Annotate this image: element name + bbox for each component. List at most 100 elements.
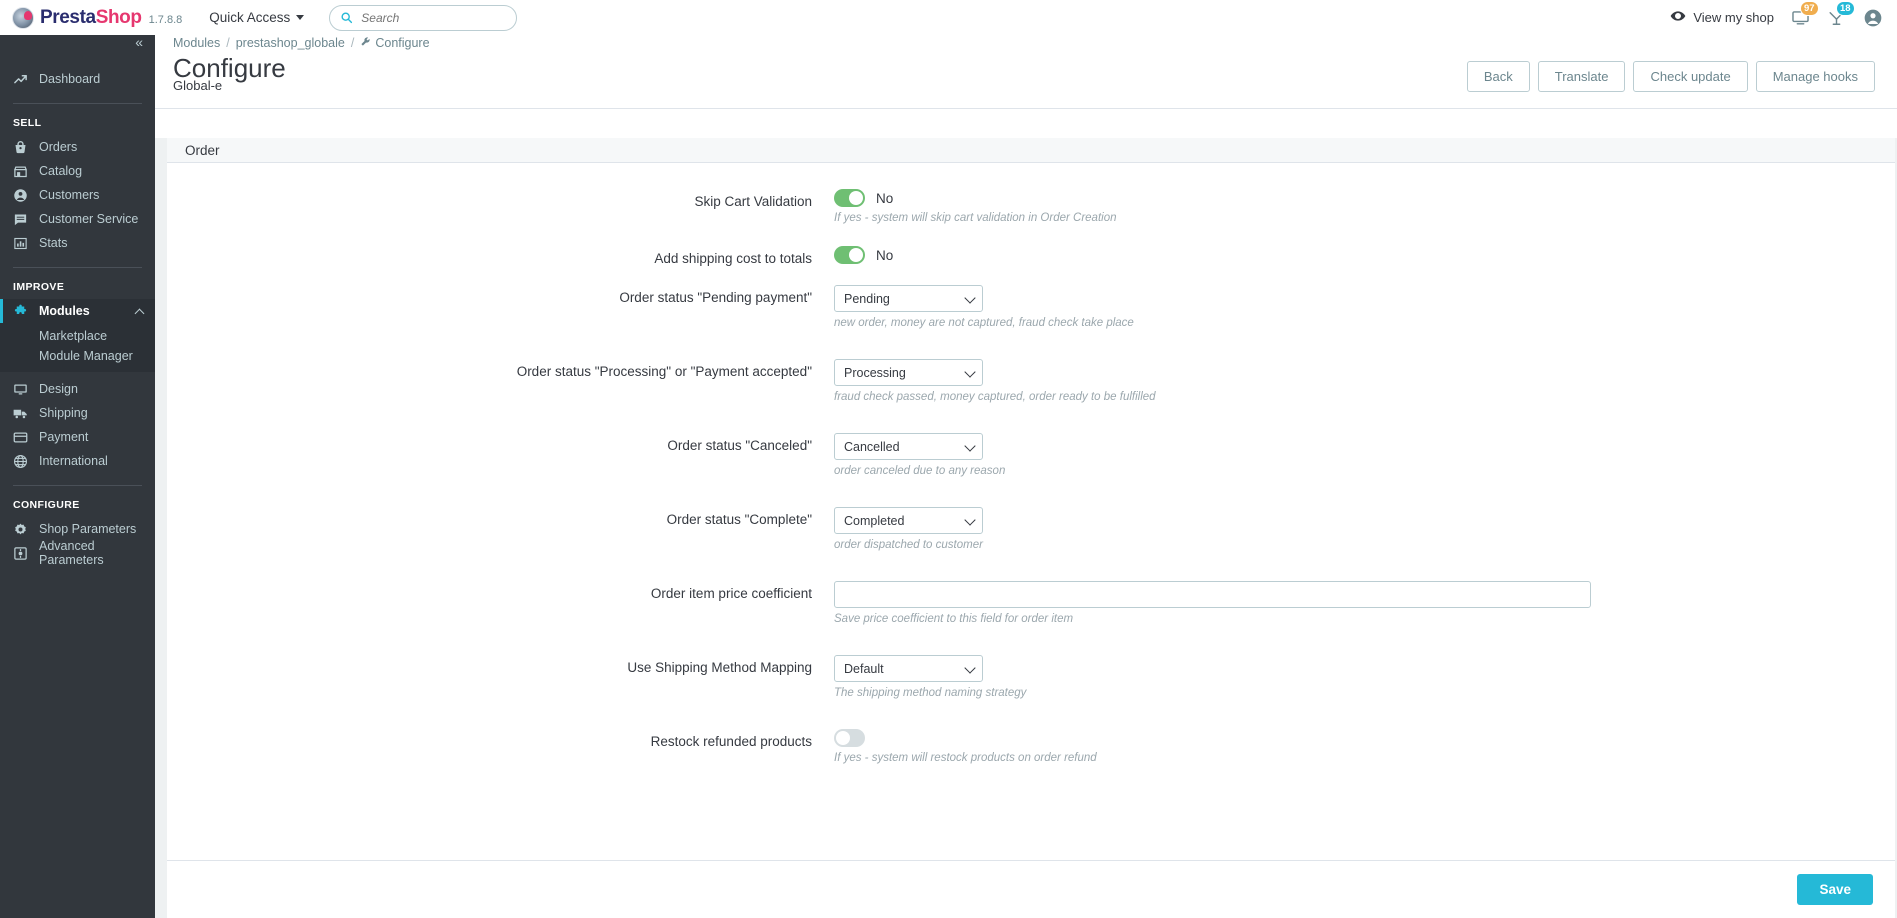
toggle-wrap: No <box>834 189 1895 207</box>
header-actions: Back Translate Check update Manage hooks <box>1467 61 1875 92</box>
field-help-text: Save price coefficient to this field for… <box>834 613 1895 625</box>
sidebar-item-label: Design <box>39 382 78 396</box>
broadcast-notifications-button[interactable]: 18 <box>1827 8 1846 27</box>
sidebar-item-catalog[interactable]: Catalog <box>0 159 155 183</box>
field-control: Pending new order, money are not capture… <box>834 285 1895 329</box>
monitor-badge-count: 97 <box>1800 1 1819 16</box>
broadcast-badge-count: 18 <box>1836 1 1855 16</box>
use-shipping-method-mapping-select[interactable]: Default <box>834 655 983 682</box>
tab-order[interactable]: Order <box>185 143 220 158</box>
field-label: Order item price coefficient <box>167 581 834 601</box>
field-label: Use Shipping Method Mapping <box>167 655 834 675</box>
select-wrap: Cancelled <box>834 433 983 460</box>
field-skip-cart-validation: Skip Cart Validation No If yes - system … <box>167 189 1895 224</box>
sidebar-item-customers[interactable]: Customers <box>0 183 155 207</box>
monitor-notifications-button[interactable]: 97 <box>1791 8 1810 27</box>
sidebar-item-customer-service[interactable]: Customer Service <box>0 207 155 231</box>
breadcrumb-module-name[interactable]: prestashop_globale <box>236 36 345 50</box>
field-label: Order status "Processing" or "Payment ac… <box>167 359 834 379</box>
skip-cart-validation-toggle[interactable] <box>834 189 865 207</box>
field-help-text: order dispatched to customer <box>834 539 1895 551</box>
translate-button[interactable]: Translate <box>1538 61 1626 92</box>
version-label: 1.7.8.8 <box>149 14 183 26</box>
sliders-icon <box>13 546 28 561</box>
store-icon <box>13 164 28 179</box>
toggle-wrap: No <box>834 246 1895 264</box>
main-content: Modules / prestashop_globale / Configure… <box>155 29 1897 918</box>
sidebar-item-label: International <box>39 454 108 468</box>
field-help-text: new order, money are not captured, fraud… <box>834 317 1895 329</box>
breadcrumb-separator: / <box>351 36 354 50</box>
truck-icon <box>13 406 28 421</box>
sidebar-item-modules[interactable]: Modules <box>0 299 155 323</box>
field-label: Order status "Complete" <box>167 507 834 527</box>
sidebar-item-payment[interactable]: Payment <box>0 425 155 449</box>
save-button[interactable]: Save <box>1797 874 1873 905</box>
quick-access-label: Quick Access <box>209 10 290 25</box>
sidebar-item-international[interactable]: International <box>0 449 155 473</box>
sidebar-submenu-modules: Marketplace Module Manager <box>0 323 155 372</box>
breadcrumb-modules[interactable]: Modules <box>173 36 220 50</box>
brand-name-part2: Shop <box>96 7 142 28</box>
configure-panel: Order Skip Cart Validation No If yes - s… <box>167 138 1895 918</box>
field-control: No <box>834 246 1895 264</box>
sidebar-item-shop-parameters[interactable]: Shop Parameters <box>0 517 155 541</box>
order-status-pending-payment-select[interactable]: Pending <box>834 285 983 312</box>
sidebar-subitem-marketplace[interactable]: Marketplace <box>0 326 155 346</box>
search-input[interactable] <box>361 11 506 25</box>
account-circle-icon <box>1863 8 1883 28</box>
field-restock-refunded-products: Restock refunded products If yes - syste… <box>167 729 1895 764</box>
view-my-shop-label: View my shop <box>1693 10 1774 25</box>
search-box[interactable] <box>329 5 517 31</box>
field-label: Order status "Canceled" <box>167 433 834 453</box>
sidebar-group-title-improve: IMPROVE <box>0 268 155 299</box>
field-help-text: fraud check passed, money captured, orde… <box>834 391 1895 403</box>
toggle-value-label: No <box>876 191 893 206</box>
restock-refunded-products-toggle[interactable] <box>834 729 865 747</box>
sidebar-item-orders[interactable]: Orders <box>0 135 155 159</box>
search-icon <box>340 11 353 24</box>
field-help-text: order canceled due to any reason <box>834 465 1895 477</box>
sidebar-item-label: Dashboard <box>39 72 100 86</box>
account-menu-button[interactable] <box>1863 8 1883 28</box>
sidebar-item-advanced-parameters[interactable]: Advanced Parameters <box>0 541 155 565</box>
sidebar-item-design[interactable]: Design <box>0 377 155 401</box>
sidebar-group-title-sell: SELL <box>0 104 155 135</box>
sidebar-item-label: Shipping <box>39 406 88 420</box>
collapse-sidebar-button[interactable]: « <box>135 34 141 50</box>
sidebar-item-label: Orders <box>39 140 77 154</box>
view-my-shop-link[interactable]: View my shop <box>1670 8 1774 27</box>
sidebar-item-shipping[interactable]: Shipping <box>0 401 155 425</box>
order-status-processing-select[interactable]: Processing <box>834 359 983 386</box>
select-wrap: Pending <box>834 285 983 312</box>
add-shipping-cost-toggle[interactable] <box>834 246 865 264</box>
sidebar-subitem-module-manager[interactable]: Module Manager <box>0 346 155 366</box>
sidebar: « Dashboard SELL Orders Catalog <box>0 29 155 918</box>
back-button[interactable]: Back <box>1467 61 1530 92</box>
field-control: If yes - system will restock products on… <box>834 729 1895 764</box>
order-status-canceled-select[interactable]: Cancelled <box>834 433 983 460</box>
breadcrumb-current-label: Configure <box>375 36 429 50</box>
field-control: Cancelled order canceled due to any reas… <box>834 433 1895 477</box>
field-help-text: If yes - system will skip cart validatio… <box>834 212 1895 224</box>
order-item-price-coefficient-input[interactable] <box>834 581 1591 608</box>
page-gutter-left <box>155 138 167 918</box>
field-order-status-complete: Order status "Complete" Completed order … <box>167 507 1895 551</box>
chevron-up-icon <box>135 308 145 318</box>
order-status-complete-select[interactable]: Completed <box>834 507 983 534</box>
sidebar-item-label: Catalog <box>39 164 82 178</box>
sidebar-item-stats[interactable]: Stats <box>0 231 155 255</box>
field-control: Default The shipping method naming strat… <box>834 655 1895 699</box>
field-label: Order status "Pending payment" <box>167 285 834 305</box>
sidebar-item-dashboard[interactable]: Dashboard <box>0 67 155 91</box>
panel-tab-bar: Order <box>167 138 1895 163</box>
field-control: Processing fraud check passed, money cap… <box>834 359 1895 403</box>
quick-access-menu[interactable]: Quick Access <box>209 10 304 25</box>
field-label: Restock refunded products <box>167 729 834 749</box>
manage-hooks-button[interactable]: Manage hooks <box>1756 61 1875 92</box>
brand-logo-area[interactable]: PrestaShop 1.7.8.8 <box>0 7 182 29</box>
check-update-button[interactable]: Check update <box>1633 61 1747 92</box>
field-use-shipping-method-mapping: Use Shipping Method Mapping Default The … <box>167 655 1895 699</box>
trending-up-icon <box>13 72 28 87</box>
field-label: Add shipping cost to totals <box>167 246 834 266</box>
